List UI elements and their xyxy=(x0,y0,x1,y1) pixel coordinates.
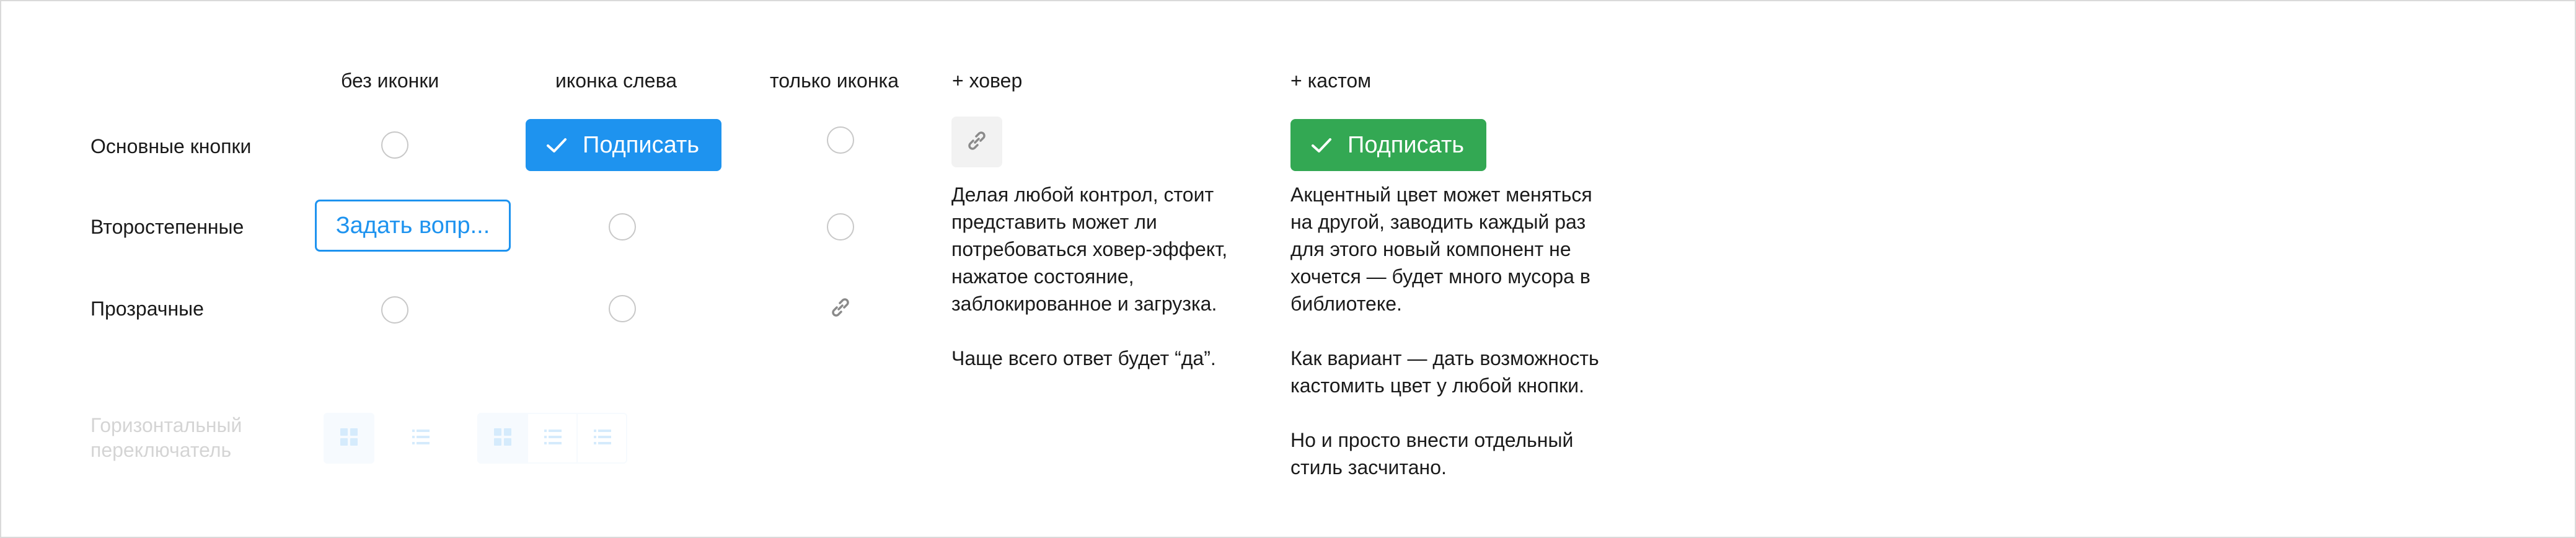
row-label-primary: Основные кнопки xyxy=(90,135,252,157)
custom-description: Акцентный цвет может меняться на другой,… xyxy=(1290,181,1613,481)
col-header-no-icon: без иконки xyxy=(341,69,439,92)
transparent-link-icon-button[interactable] xyxy=(828,296,853,321)
grid-icon xyxy=(492,426,514,451)
custom-color-button-sign[interactable]: Подписать xyxy=(1290,119,1486,171)
row-label-transparent: Прозрачные xyxy=(90,298,204,320)
placeholder-circle xyxy=(381,131,408,159)
switch-list-option[interactable] xyxy=(527,413,578,464)
placeholder-circle xyxy=(381,296,408,324)
primary-button-label: Подписать xyxy=(583,131,700,158)
custom-button-label: Подписать xyxy=(1348,131,1465,158)
hover-description: Делая любой контрол, стоит представить м… xyxy=(951,181,1274,372)
custom-description-p1: Акцентный цвет может меняться на другой,… xyxy=(1290,183,1592,315)
switch-grid-option[interactable] xyxy=(324,413,374,464)
link-icon xyxy=(828,295,853,323)
switch-grid-option[interactable] xyxy=(477,413,528,464)
check-icon xyxy=(1309,133,1334,157)
placeholder-circle xyxy=(609,213,636,240)
switch-list-option[interactable] xyxy=(576,413,627,464)
col-header-icon-only: только иконка xyxy=(770,69,899,92)
check-icon xyxy=(544,133,569,157)
hover-description-p2: Чаще всего ответ будет “да”. xyxy=(951,347,1216,369)
switch-list-option[interactable] xyxy=(395,413,446,464)
list-icon xyxy=(591,426,614,451)
secondary-button-label: Задать вопр... xyxy=(335,212,490,239)
placeholder-circle xyxy=(827,213,854,240)
col-header-custom: + кастом xyxy=(1290,69,1372,92)
list-icon xyxy=(542,426,564,451)
hover-description-p1: Делая любой контрол, стоит представить м… xyxy=(951,183,1228,315)
link-icon xyxy=(964,128,989,156)
horizontal-switch-label: Горизонтальный переключатель xyxy=(90,414,242,461)
placeholder-circle xyxy=(609,295,636,322)
row-label-secondary: Второстепенные xyxy=(90,216,244,238)
canvas-frame: без иконки иконка слева только иконка + … xyxy=(0,0,2576,538)
list-icon xyxy=(410,426,432,451)
col-header-hover: + ховер xyxy=(952,69,1023,92)
primary-button-sign[interactable]: Подписать xyxy=(526,119,721,171)
custom-description-p3: Но и просто внести отдельный стиль засчи… xyxy=(1290,429,1574,478)
custom-description-p2: Как вариант — дать возможность кастомить… xyxy=(1290,347,1599,397)
secondary-button-ask[interactable]: Задать вопр... xyxy=(315,200,511,252)
grid-icon xyxy=(338,426,360,451)
col-header-icon-left: иконка слева xyxy=(555,69,677,92)
hover-icon-button[interactable] xyxy=(951,117,1002,167)
placeholder-circle xyxy=(827,126,854,154)
